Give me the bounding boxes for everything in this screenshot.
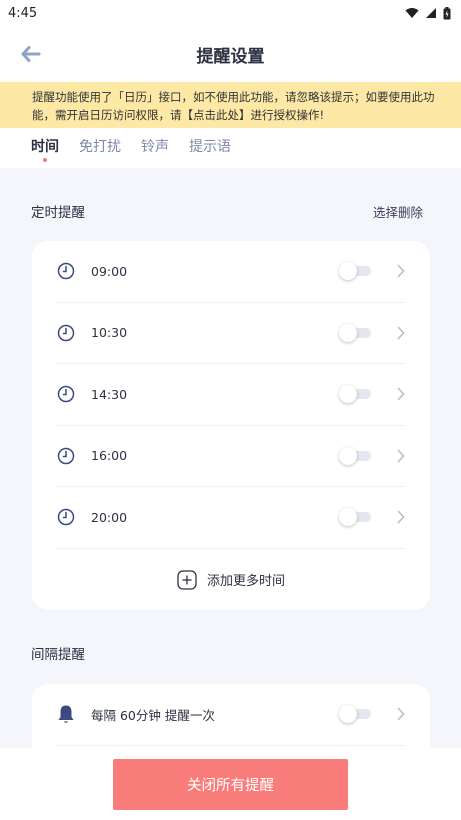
tab-time-label: 时间 <box>31 139 59 155</box>
tab-prompt-text-label: 提示语 <box>189 139 231 155</box>
wifi-icon <box>405 8 419 18</box>
authorize-link[interactable]: 【点击此处】 <box>182 108 251 122</box>
tab-ringtone-label: 铃声 <box>141 139 169 155</box>
tab-ringtone[interactable]: 铃声 <box>141 136 169 156</box>
chevron-right-icon <box>397 387 405 401</box>
chevron-right-icon <box>397 707 405 721</box>
chevron-right-icon <box>397 510 405 524</box>
tab-do-not-disturb-label: 免打扰 <box>79 139 121 155</box>
reminder-time: 14:30 <box>91 386 128 402</box>
interval-row[interactable]: 每隔 60分钟 提醒一次 <box>57 684 405 746</box>
reminder-time: 16:00 <box>91 448 128 464</box>
add-more-time-button[interactable]: 添加更多时间 <box>32 549 430 611</box>
interval-toggle[interactable] <box>339 705 371 723</box>
reminder-time: 10:30 <box>91 325 128 341</box>
timed-reminder-header: 定时提醒 选择删除 <box>31 201 423 222</box>
reminder-toggle[interactable] <box>339 385 371 403</box>
chevron-right-icon <box>397 264 405 278</box>
timed-reminder-title: 定时提醒 <box>31 205 85 221</box>
interval-label: 每隔 60分钟 提醒一次 <box>91 707 215 723</box>
reminder-toggle[interactable] <box>339 323 371 342</box>
interval-reminder-title: 间隔提醒 <box>31 647 85 663</box>
reminder-row[interactable]: 14:30 <box>57 364 405 426</box>
page-title: 提醒设置 <box>196 46 265 67</box>
app-header: 提醒设置 <box>0 26 461 82</box>
bottom-action-bar: 关闭所有提醒 <box>0 748 461 820</box>
add-icon <box>177 569 197 590</box>
signal-icon <box>426 8 436 18</box>
reminder-time: 09:00 <box>91 263 128 279</box>
reminder-row[interactable]: 20:00 <box>57 487 405 549</box>
back-arrow-icon <box>21 46 41 62</box>
tab-bar: 时间 免打扰 铃声 提示语 <box>0 128 461 168</box>
close-all-reminders-button[interactable]: 关闭所有提醒 <box>113 759 348 810</box>
tab-prompt-text[interactable]: 提示语 <box>189 136 231 156</box>
add-more-time-label: 添加更多时间 <box>206 574 285 589</box>
tab-do-not-disturb[interactable]: 免打扰 <box>79 136 121 156</box>
chevron-right-icon <box>397 326 405 339</box>
reminder-toggle[interactable] <box>339 262 371 280</box>
reminder-row[interactable]: 16:00 <box>57 426 405 487</box>
timed-reminder-card: 09:00 10:30 14:30 16:00 20:00 添加更多时间 <box>32 241 430 610</box>
bell-icon <box>58 705 74 723</box>
select-delete-button[interactable]: 选择删除 <box>373 202 423 221</box>
tab-time[interactable]: 时间 <box>31 136 59 162</box>
clock-icon <box>57 386 75 403</box>
reminder-toggle[interactable] <box>339 508 371 526</box>
status-time: 4:45 <box>8 5 38 21</box>
clock-icon <box>57 447 75 464</box>
calendar-permission-notice: 提醒功能使用了「日历」接口，如不使用此功能，请忽略该提示；如要使用此功能，需开启… <box>0 82 461 128</box>
clock-icon <box>57 509 75 526</box>
reminder-row[interactable]: 09:00 <box>57 241 405 303</box>
clock-icon <box>57 324 75 341</box>
notice-text-after: 进行授权操作! <box>250 108 325 122</box>
battery-icon <box>443 6 451 19</box>
clock-icon <box>57 263 75 280</box>
reminder-row[interactable]: 10:30 <box>57 303 405 364</box>
reminder-toggle[interactable] <box>339 446 371 465</box>
back-button[interactable] <box>18 42 44 66</box>
reminder-time: 20:00 <box>91 509 128 525</box>
chevron-right-icon <box>397 449 405 462</box>
active-tab-indicator <box>43 158 47 162</box>
status-bar: 4:45 <box>0 0 461 26</box>
interval-reminder-header: 间隔提醒 <box>31 643 423 663</box>
status-icons <box>405 6 451 20</box>
